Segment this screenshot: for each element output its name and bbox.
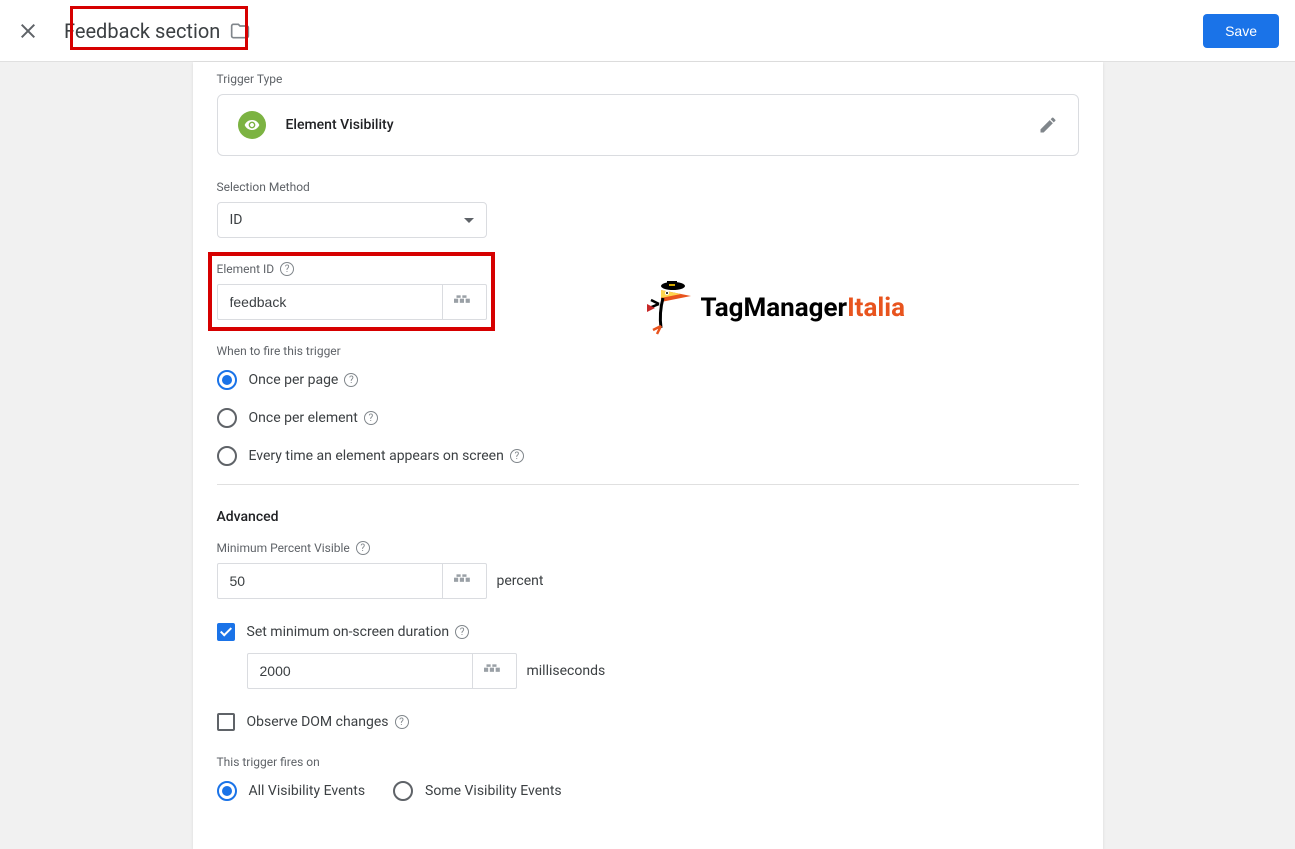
help-icon[interactable]: ? bbox=[280, 262, 294, 276]
section-divider bbox=[217, 484, 1079, 485]
fires-on-section: This trigger fires on All Visibility Eve… bbox=[217, 755, 1079, 801]
save-button[interactable]: Save bbox=[1203, 14, 1279, 48]
ms-unit: milliseconds bbox=[527, 663, 606, 679]
radio-input[interactable] bbox=[393, 781, 413, 801]
min-percent-section: Minimum Percent Visible ? percent bbox=[217, 541, 1079, 599]
when-to-fire-label: When to fire this trigger bbox=[217, 344, 1079, 358]
trigger-type-label: Trigger Type bbox=[217, 72, 1079, 86]
selection-method-label: Selection Method bbox=[217, 180, 1079, 194]
observe-dom-checkbox-row[interactable]: Observe DOM changes? bbox=[217, 713, 1079, 731]
min-percent-input[interactable] bbox=[217, 563, 443, 599]
fires-on-label: This trigger fires on bbox=[217, 755, 1079, 769]
visibility-icon bbox=[238, 111, 266, 139]
checkbox-observe-dom[interactable] bbox=[217, 713, 235, 731]
when-to-fire-section: When to fire this trigger Once per page?… bbox=[217, 344, 1079, 466]
radio-input[interactable] bbox=[217, 781, 237, 801]
min-percent-label: Minimum Percent Visible ? bbox=[217, 541, 1079, 555]
selection-method-value: ID bbox=[230, 212, 243, 228]
radio-once-per-element[interactable]: Once per element? bbox=[217, 408, 1079, 428]
folder-icon[interactable] bbox=[230, 21, 250, 41]
watermark-logo: TagManagerItalia bbox=[643, 278, 906, 338]
selection-method-dropdown[interactable]: ID bbox=[217, 202, 487, 238]
trigger-type-selector[interactable]: Element Visibility bbox=[217, 94, 1079, 156]
title-block[interactable]: Feedback section bbox=[64, 19, 250, 43]
element-id-label: Element ID ? bbox=[217, 262, 1079, 276]
variable-picker-button[interactable] bbox=[443, 284, 487, 320]
radio-once-per-page[interactable]: Once per page? bbox=[217, 370, 1079, 390]
header-bar: Feedback section Save bbox=[0, 0, 1295, 62]
help-icon[interactable]: ? bbox=[395, 715, 409, 729]
brand-text: TagManagerItalia bbox=[701, 293, 906, 323]
min-duration-field: milliseconds bbox=[247, 653, 1079, 689]
edit-icon[interactable] bbox=[1038, 115, 1058, 135]
help-icon[interactable]: ? bbox=[510, 449, 524, 463]
help-icon[interactable]: ? bbox=[455, 625, 469, 639]
variable-picker-button[interactable] bbox=[473, 653, 517, 689]
help-icon[interactable]: ? bbox=[356, 541, 370, 555]
trigger-type-name: Element Visibility bbox=[286, 117, 394, 133]
checkbox-min-duration[interactable] bbox=[217, 623, 235, 641]
help-icon[interactable]: ? bbox=[344, 373, 358, 387]
close-icon[interactable] bbox=[16, 19, 40, 43]
config-panel: Trigger Type Element Visibility Selectio… bbox=[193, 62, 1103, 849]
min-duration-checkbox-row[interactable]: Set minimum on-screen duration? bbox=[217, 623, 1079, 641]
page-title: Feedback section bbox=[64, 19, 220, 43]
radio-every-time[interactable]: Every time an element appears on screen? bbox=[217, 446, 1079, 466]
min-duration-input[interactable] bbox=[247, 653, 473, 689]
radio-some-events[interactable]: Some Visibility Events bbox=[393, 781, 562, 801]
percent-unit: percent bbox=[497, 573, 544, 589]
radio-input[interactable] bbox=[217, 446, 237, 466]
selection-method-section: Selection Method ID bbox=[217, 180, 1079, 238]
chevron-down-icon bbox=[464, 218, 474, 223]
variable-picker-button[interactable] bbox=[443, 563, 487, 599]
element-id-input[interactable] bbox=[217, 284, 443, 320]
radio-all-events[interactable]: All Visibility Events bbox=[217, 781, 366, 801]
radio-input[interactable] bbox=[217, 408, 237, 428]
content-stage: Trigger Type Element Visibility Selectio… bbox=[0, 62, 1295, 849]
radio-input[interactable] bbox=[217, 370, 237, 390]
advanced-heading: Advanced bbox=[217, 509, 1079, 525]
help-icon[interactable]: ? bbox=[364, 411, 378, 425]
